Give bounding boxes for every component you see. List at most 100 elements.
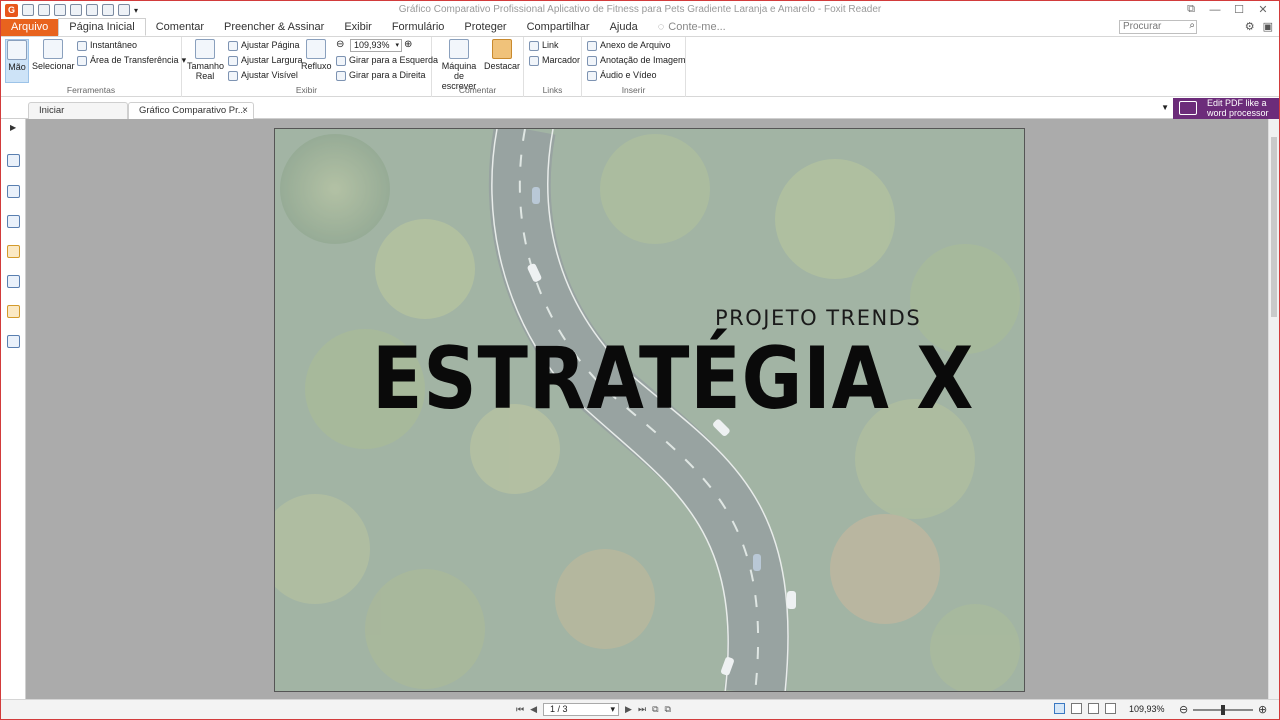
redo-icon[interactable] (102, 4, 114, 16)
signature-panel-icon[interactable] (7, 335, 20, 348)
clipboard-button[interactable]: Área de Transferência ▾ (77, 54, 186, 67)
fit-page-icon (228, 40, 238, 51)
ribbon: Mão Selecionar Instantâneo Área de Trans… (1, 37, 1279, 97)
previous-page-icon[interactable]: ◀ (530, 704, 537, 715)
open-icon[interactable] (22, 4, 34, 16)
actual-size-button[interactable]: Tamanho Real (187, 39, 225, 81)
page-layout-buttons (1054, 703, 1116, 714)
close-tab-icon[interactable]: × (242, 103, 248, 119)
continuous-facing-icon[interactable] (1105, 703, 1116, 714)
reflow-button[interactable]: Refluxo (301, 39, 332, 71)
right-tools: ⚙ ▣ (1245, 20, 1273, 33)
zoom-slider[interactable] (1193, 705, 1253, 715)
group-links: Link Marcador Links (524, 37, 582, 97)
page-number-input[interactable]: 1 / 3 ▾ (543, 703, 620, 716)
fit-width-button[interactable]: Ajustar Largura (228, 54, 303, 67)
gear-icon[interactable]: ⚙ (1245, 20, 1255, 33)
restore-layout-icon[interactable]: ⧉ (1181, 2, 1201, 17)
close-icon[interactable]: ✕ (1253, 2, 1273, 17)
fit-page-button[interactable]: Ajustar Página (228, 39, 300, 52)
select-tool-button[interactable]: Selecionar (32, 39, 75, 71)
zoom-select[interactable]: 109,93% ▾ (350, 39, 402, 52)
minimize-icon[interactable]: — (1205, 2, 1225, 17)
tab-pagina-inicial[interactable]: Página Inicial (58, 18, 146, 36)
save-icon[interactable] (38, 4, 50, 16)
print-icon[interactable] (54, 4, 66, 16)
tab-ajuda[interactable]: Ajuda (600, 19, 648, 36)
tab-iniciar[interactable]: Iniciar (28, 102, 128, 119)
last-page-icon[interactable]: ⏭ (638, 704, 646, 715)
tab-iniciar-label: Iniciar (39, 105, 65, 116)
tab-compartilhar[interactable]: Compartilhar (517, 19, 600, 36)
chevron-down-icon: ▾ (395, 42, 399, 49)
lock-panel-icon[interactable] (7, 305, 20, 318)
tab-formulario[interactable]: Formulário (382, 19, 455, 36)
layers-panel-icon[interactable] (7, 215, 20, 228)
foxit-logo-icon[interactable]: G (5, 3, 18, 17)
title-bar: G ▾ Gráfico Comparativo Profissional Apl… (1, 1, 1279, 19)
zoom-slider-handle[interactable] (1221, 705, 1225, 715)
comments-panel-icon[interactable] (7, 245, 20, 258)
group-label-links: Links (542, 85, 563, 95)
previous-view-icon[interactable]: ⧉ (652, 704, 658, 715)
tab-proteger[interactable]: Proteger (454, 19, 516, 36)
snapshot-button[interactable]: Instantâneo (77, 39, 137, 52)
zoom-in-icon[interactable]: ⊕ (404, 39, 412, 50)
single-page-icon[interactable] (1054, 703, 1065, 714)
rotate-right-label: Girar para a Direita (349, 70, 426, 80)
fit-visible-icon (228, 70, 238, 81)
customize-chevron-icon[interactable]: ▾ (134, 6, 138, 15)
group-label-exibir: Exibir (295, 85, 318, 95)
tab-comentar[interactable]: Comentar (146, 19, 214, 36)
group-label-comentar: Comentar (458, 85, 497, 95)
vertical-scrollbar[interactable] (1268, 119, 1279, 699)
attachments-panel-icon[interactable] (7, 275, 20, 288)
maximize-icon[interactable]: ☐ (1229, 2, 1249, 17)
tab-arquivo[interactable]: Arquivo (1, 19, 59, 36)
continuous-page-icon[interactable] (1071, 703, 1082, 714)
image-annotation-button[interactable]: Anotação de Imagem (587, 54, 686, 67)
file-attachment-button[interactable]: Anexo de Arquivo (587, 39, 671, 52)
hand-tool-button[interactable]: Mão (5, 39, 29, 83)
bookmark-button[interactable]: Marcador (529, 54, 580, 67)
undo-icon[interactable] (86, 4, 98, 16)
document-tabs: Iniciar Gráfico Comparativo Pr... × (1, 98, 1279, 119)
film-icon (587, 70, 597, 81)
zoom-out-status-icon[interactable]: ⊖ (1179, 703, 1188, 716)
zoom-in-status-icon[interactable]: ⊕ (1258, 703, 1267, 716)
search-icon[interactable]: ⌕ (1189, 20, 1195, 31)
tab-current-document[interactable]: Gráfico Comparativo Pr... × (128, 102, 254, 119)
typewriter-button[interactable]: Máquina de escrever (436, 39, 482, 91)
bookmarks-panel-icon[interactable] (7, 154, 20, 167)
edit-pdf-promo-button[interactable]: Edit PDF like a word processor (1173, 98, 1279, 119)
email-icon[interactable] (70, 4, 82, 16)
tab-preencher-assinar[interactable]: Preencher & Assinar (214, 19, 334, 36)
next-page-icon[interactable]: ▶ (625, 704, 632, 715)
search-input[interactable]: Procurar (1119, 20, 1197, 34)
page-indicator: 1 / 3 (550, 704, 568, 714)
audio-video-button[interactable]: Áudio e Vídeo (587, 69, 657, 82)
link-icon (529, 40, 539, 51)
expand-panel-icon[interactable]: ▶ (10, 123, 16, 132)
link-button[interactable]: Link (529, 39, 559, 52)
rotate-right-button[interactable]: Girar para a Direita (336, 69, 426, 82)
tab-exibir[interactable]: Exibir (334, 19, 382, 36)
highlight-button[interactable]: Destacar (484, 39, 520, 71)
zoom-out-icon[interactable]: ⊖ (336, 39, 344, 50)
first-page-icon[interactable]: ⏮ (516, 704, 524, 715)
tell-me[interactable]: ◌ Conte-me... (648, 19, 736, 36)
zoom-level: 109,93% (1129, 704, 1165, 714)
facing-page-icon[interactable] (1088, 703, 1099, 714)
hand-quick-icon[interactable] (118, 4, 130, 16)
window-controls: ⧉ — ☐ ✕ (1181, 2, 1273, 17)
next-view-icon[interactable]: ⧉ (665, 704, 671, 715)
actual-size-icon (195, 39, 215, 59)
fit-visible-button[interactable]: Ajustar Visível (228, 69, 298, 82)
scrollbar-thumb[interactable] (1271, 137, 1277, 317)
clipboard-label: Área de Transferência (90, 55, 179, 65)
rotate-left-button[interactable]: Girar para a Esquerda (336, 54, 438, 67)
actual-size-label-1: Tamanho (187, 61, 225, 71)
pages-panel-icon[interactable] (7, 185, 20, 198)
user-icon[interactable]: ▣ (1263, 20, 1273, 33)
tab-list-chevron-icon[interactable]: ▼ (1161, 103, 1169, 112)
